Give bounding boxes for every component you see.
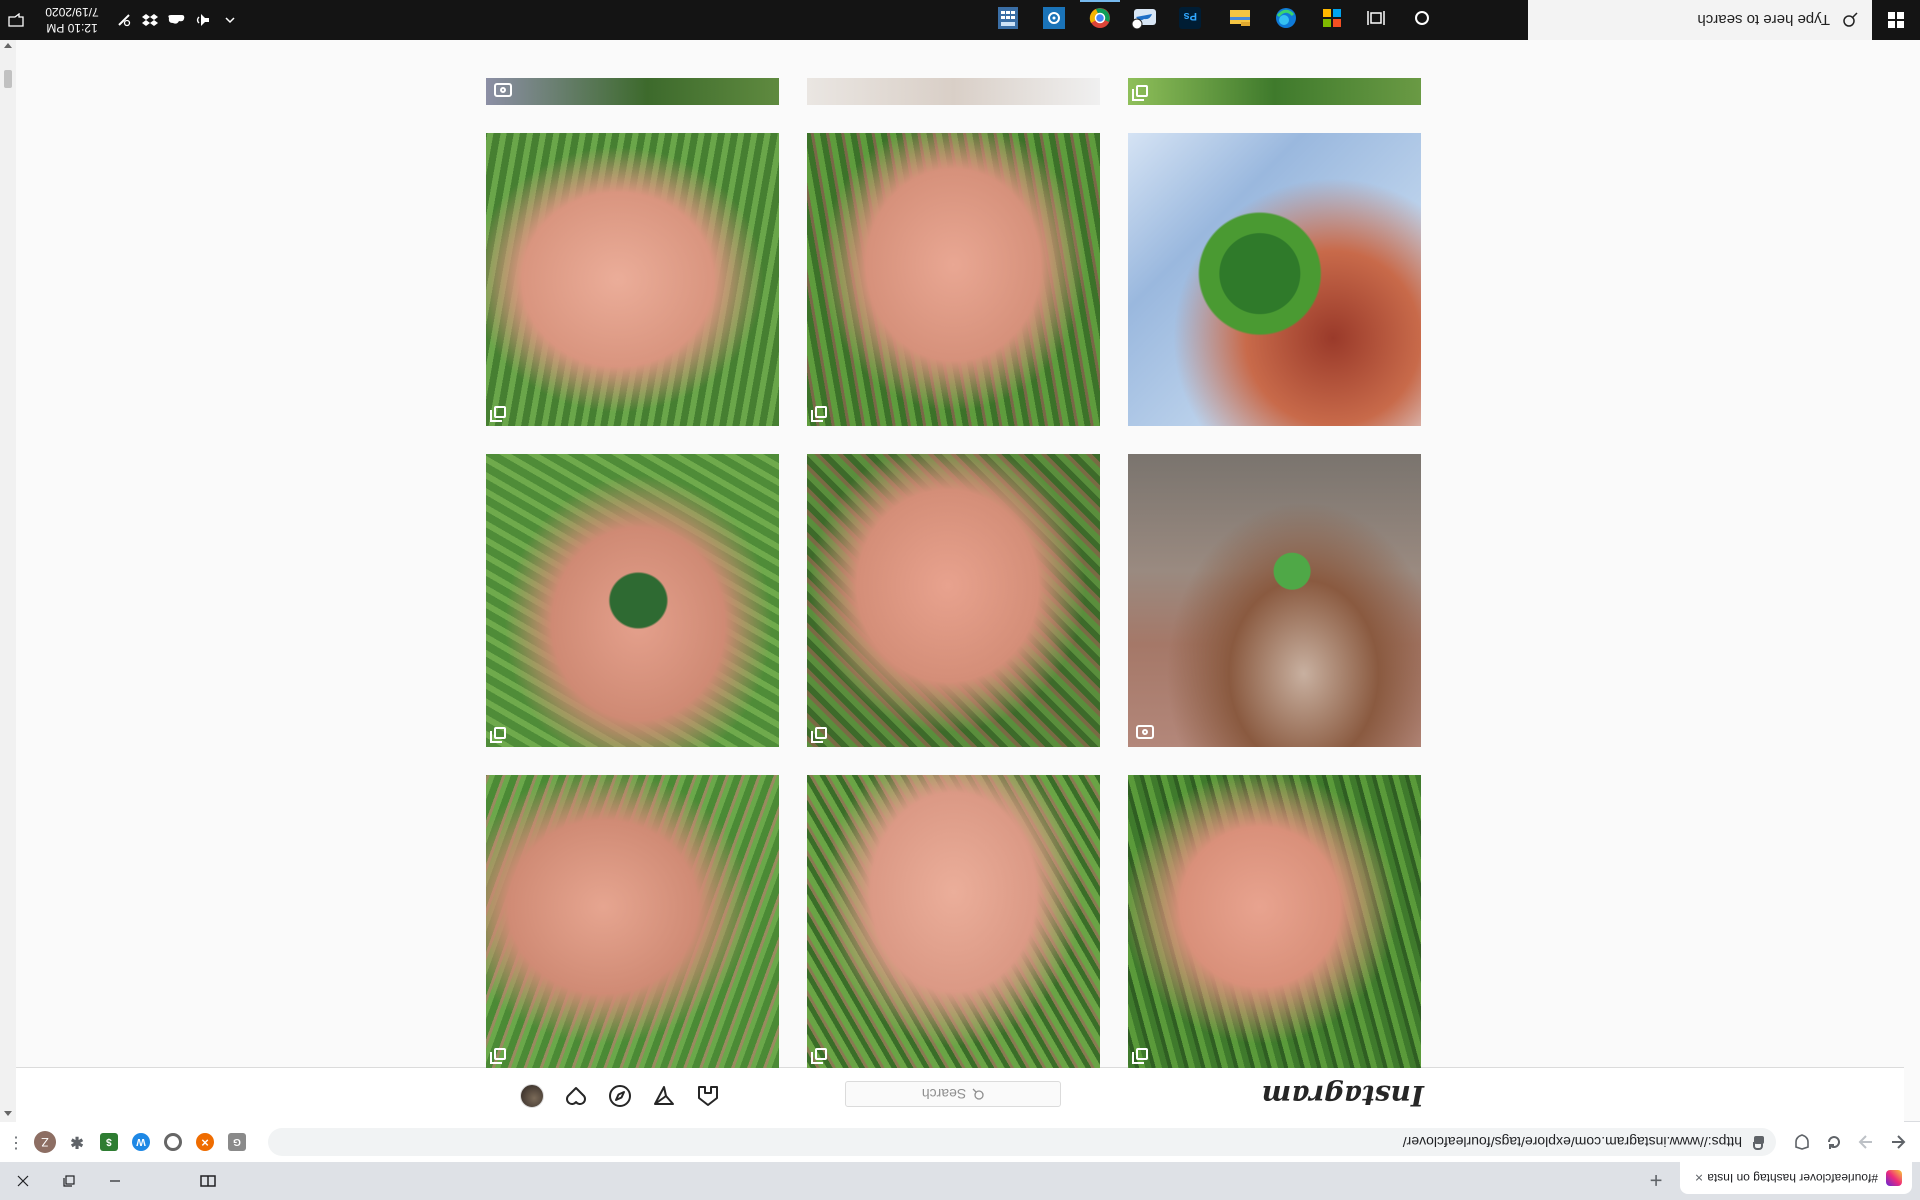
windows-start-icon[interactable] <box>1872 0 1920 40</box>
direct-message-icon[interactable] <box>652 1084 676 1108</box>
microsoft-store-icon[interactable] <box>1312 0 1352 36</box>
forward-arrow-icon[interactable] <box>1854 1130 1878 1154</box>
onedrive-icon[interactable] <box>1124 0 1164 36</box>
multiple-photos-icon <box>494 1048 506 1060</box>
multiple-photos-icon <box>494 406 506 418</box>
extension-blue-icon[interactable]: W <box>132 1133 150 1151</box>
post-thumbnail[interactable] <box>1128 454 1421 747</box>
settings-gear-app-icon[interactable] <box>1034 0 1074 36</box>
scroll-down-arrow-icon[interactable] <box>4 43 12 48</box>
post-thumbnail[interactable] <box>807 454 1100 747</box>
home-icon[interactable] <box>696 1084 720 1108</box>
volume-speaker-icon[interactable] <box>190 0 214 40</box>
multiple-photos-icon <box>815 406 827 418</box>
tab-close-icon[interactable]: × <box>1690 1170 1708 1186</box>
instagram-header: Instagram Search <box>16 1067 1904 1122</box>
show-hidden-icons-chevron-icon[interactable] <box>220 0 240 40</box>
new-tab-button[interactable]: + <box>1642 1168 1670 1193</box>
edge-browser-icon[interactable] <box>1266 0 1306 36</box>
svg-text:Ps: Ps <box>1184 10 1197 22</box>
tab-title: #fourleafclover hashtag on Insta <box>1708 1171 1878 1185</box>
clock-date: 7/19/2020 <box>45 5 99 19</box>
restore-icon[interactable] <box>46 1162 92 1200</box>
taskbar-search-placeholder: Type here to search <box>1697 11 1830 29</box>
cortana-icon[interactable] <box>1402 0 1442 36</box>
instagram-profile-avatar[interactable] <box>520 1084 544 1108</box>
post-thumbnail[interactable] <box>1128 775 1421 1068</box>
photoshop-icon[interactable]: Ps <box>1170 0 1210 36</box>
pen-workspace-icon[interactable] <box>112 0 136 40</box>
browser-tab[interactable]: #fourleafclover hashtag on Insta × <box>1680 1162 1912 1194</box>
clock-time: 12:10 PM <box>46 21 98 35</box>
video-camera-icon <box>494 83 512 97</box>
task-view-icon[interactable] <box>1356 0 1396 36</box>
browser-tab-strip: #fourleafclover hashtag on Insta × + <box>0 1162 1920 1200</box>
post-thumbnail[interactable] <box>807 78 1100 105</box>
minimize-icon[interactable] <box>92 1162 138 1200</box>
scrollbar-thumb[interactable] <box>4 70 12 88</box>
profile-avatar[interactable]: Z <box>34 1131 56 1153</box>
taskbar-clock[interactable]: 12:10 PM 7/19/2020 <box>36 4 108 36</box>
extension-dollar-icon[interactable]: $ <box>100 1133 118 1151</box>
explore-compass-icon[interactable] <box>608 1084 632 1108</box>
search-icon <box>972 1088 984 1100</box>
windows-taskbar: Type here to search Ps 12:10 PM 7/19/202… <box>0 0 1920 40</box>
reload-icon[interactable] <box>1822 1130 1846 1154</box>
vertical-scrollbar[interactable] <box>0 38 16 1122</box>
multiple-photos-icon <box>815 1048 827 1060</box>
post-thumbnail[interactable] <box>807 775 1100 1068</box>
browser-toolbar: https://www.instagram.com/explore/tags/f… <box>0 1121 1920 1162</box>
tab-search-icon[interactable] <box>196 1170 220 1192</box>
post-thumbnail[interactable] <box>486 454 779 747</box>
post-thumbnail[interactable] <box>807 133 1100 426</box>
onedrive-cloud-icon[interactable] <box>164 0 188 40</box>
explore-post-grid <box>16 38 1920 1068</box>
search-placeholder: Search <box>921 1086 967 1102</box>
extension-g-icon[interactable]: G <box>228 1133 246 1151</box>
scroll-up-arrow-icon[interactable] <box>4 1111 12 1116</box>
taskbar-search-box[interactable]: Type here to search <box>1528 0 1872 40</box>
instagram-logo[interactable]: Instagram <box>1262 1079 1424 1112</box>
multiple-photos-icon <box>1136 1048 1148 1060</box>
calculator-app-icon[interactable] <box>988 0 1028 36</box>
extensions-puzzle-icon[interactable]: ✱ <box>68 1133 86 1151</box>
post-thumbnail[interactable] <box>486 133 779 426</box>
instagram-favicon-icon <box>1886 1170 1902 1186</box>
chrome-browser-icon[interactable] <box>1080 0 1120 36</box>
shield-extension-icon[interactable] <box>1790 1130 1814 1154</box>
notifications-icon[interactable] <box>0 0 32 40</box>
post-thumbnail[interactable] <box>486 775 779 1068</box>
back-arrow-icon[interactable] <box>1886 1130 1910 1154</box>
browser-menu-icon[interactable]: ⋮ <box>8 1130 24 1154</box>
url-text: https://www.instagram.com/explore/tags/f… <box>1402 1134 1742 1150</box>
video-camera-icon <box>1136 725 1154 739</box>
screen: #fourleafclover hashtag on Insta × + htt… <box>0 0 1920 1200</box>
multiple-photos-icon <box>1136 85 1148 97</box>
extension-orange-icon[interactable]: ✕ <box>196 1133 214 1151</box>
close-window-icon[interactable] <box>0 1162 46 1200</box>
instagram-search-input[interactable]: Search <box>845 1081 1061 1107</box>
search-icon <box>1843 12 1858 27</box>
address-bar[interactable]: https://www.instagram.com/explore/tags/f… <box>268 1128 1776 1156</box>
extension-circle-icon[interactable] <box>164 1133 182 1151</box>
post-thumbnail[interactable] <box>486 78 779 105</box>
post-thumbnail[interactable] <box>1128 133 1421 426</box>
dropbox-icon[interactable] <box>138 0 162 40</box>
heart-activity-icon[interactable] <box>564 1084 588 1108</box>
file-explorer-icon[interactable] <box>1220 0 1260 36</box>
post-thumbnail[interactable] <box>1128 78 1421 105</box>
lock-icon <box>1754 1136 1764 1144</box>
multiple-photos-icon <box>494 727 506 739</box>
multiple-photos-icon <box>815 727 827 739</box>
